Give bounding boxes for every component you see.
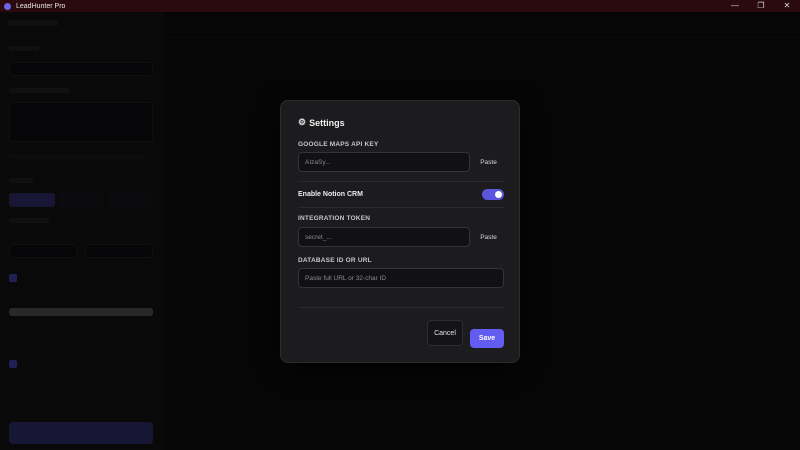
integration-token-label: INTEGRATION TOKEN bbox=[298, 215, 371, 222]
modal-title: ⚙ Settings bbox=[298, 117, 345, 128]
paste-api-key-button[interactable]: Paste bbox=[475, 152, 502, 172]
window-title: LeadHunter Pro bbox=[16, 2, 66, 10]
maximize-button[interactable]: ❐ bbox=[748, 0, 774, 12]
settings-modal: ⚙ Settings GOOGLE MAPS API KEY AIzaSy...… bbox=[280, 100, 520, 363]
integration-token-input[interactable]: secret_... bbox=[298, 227, 470, 247]
enable-notion-crm-label: Enable Notion CRM bbox=[298, 191, 363, 198]
database-id-placeholder: Paste full URL or 32-char ID bbox=[305, 274, 387, 282]
divider bbox=[298, 207, 504, 208]
google-maps-api-key-input[interactable]: AIzaSy... bbox=[298, 152, 470, 172]
title-bar: LeadHunter Pro — ❐ ✕ bbox=[0, 0, 800, 12]
save-button[interactable]: Save bbox=[470, 329, 504, 348]
toggle-knob bbox=[495, 191, 502, 198]
app-window: LeadHunter Pro — ❐ ✕ ⚙ Settings GOOGLE M… bbox=[0, 0, 800, 450]
paste-token-button[interactable]: Paste bbox=[475, 227, 502, 247]
divider bbox=[298, 307, 504, 308]
app-logo-icon bbox=[4, 2, 11, 10]
integration-token-placeholder: secret_... bbox=[305, 233, 332, 241]
database-id-input[interactable]: Paste full URL or 32-char ID bbox=[298, 268, 504, 288]
google-maps-api-key-label: GOOGLE MAPS API KEY bbox=[298, 141, 379, 148]
database-id-label: DATABASE ID OR URL bbox=[298, 257, 372, 264]
enable-notion-crm-toggle[interactable] bbox=[482, 189, 504, 200]
window-controls: — ❐ ✕ bbox=[722, 0, 800, 12]
google-maps-api-key-placeholder: AIzaSy... bbox=[305, 158, 331, 166]
minimize-button[interactable]: — bbox=[722, 0, 748, 12]
gear-icon: ⚙ bbox=[298, 117, 307, 127]
close-button[interactable]: ✕ bbox=[774, 0, 800, 12]
modal-title-text: Settings bbox=[309, 117, 345, 128]
cancel-button[interactable]: Cancel bbox=[427, 320, 463, 346]
divider bbox=[298, 181, 504, 182]
